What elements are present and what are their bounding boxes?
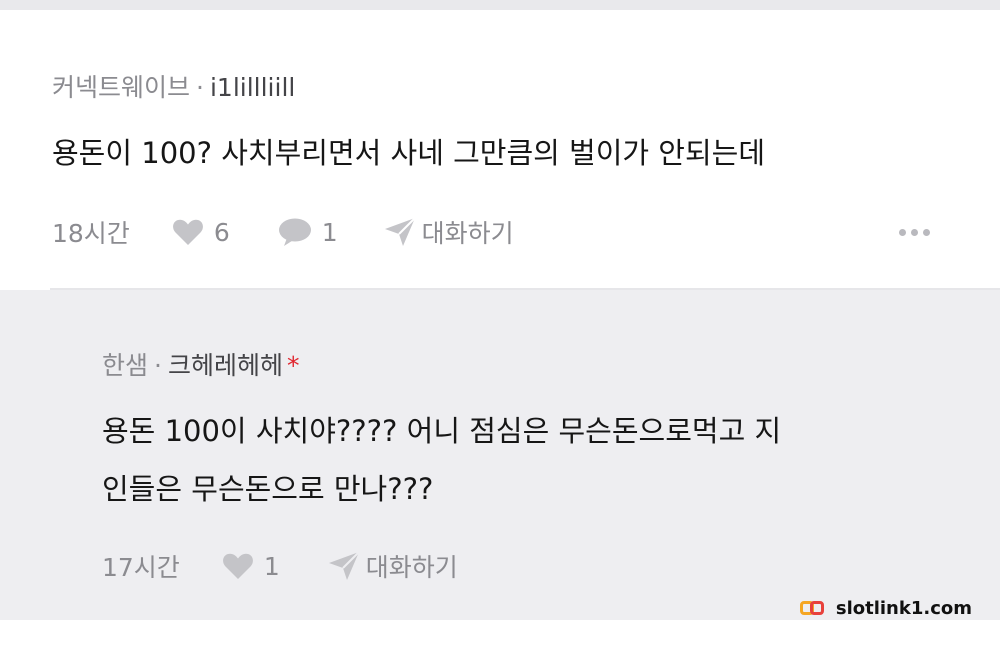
reply-card: 한샘 · 크헤레헤헤 * 용돈 100이 사치야???? 어니 점심은 무슨돈으로먹고… [0, 290, 1000, 620]
send-icon [384, 217, 416, 246]
comment-body: 용돈이 100? 사치부리면서 사네 그만큼의 벌이가 안되는데 [52, 136, 766, 170]
bottom-strip [0, 620, 1000, 650]
more-options-button[interactable] [899, 229, 930, 236]
watermark: slotlink1.com [799, 598, 972, 619]
send-icon [328, 551, 360, 580]
comment-actions: 18시간 6 1 대화하기 [52, 214, 514, 250]
reply-dm-button[interactable]: 대화하기 [328, 548, 458, 584]
comment-meta: 커넥트웨이브 · i1lillliill [52, 68, 295, 104]
top-divider-strip [0, 0, 1000, 10]
reply-meta: 한샘 · 크헤레헤헤 * [102, 346, 299, 382]
speech-bubble-icon [278, 218, 311, 246]
reply-like-button[interactable]: 1 [222, 552, 280, 581]
heart-icon [172, 219, 203, 245]
watermark-logo [799, 599, 828, 619]
comment-reply-count: 1 [321, 217, 338, 247]
reply-actions: 17시간 1 대화하기 [102, 548, 458, 584]
reply-nickname[interactable]: 크헤레헤헤 [168, 351, 283, 380]
comment-dm-label: 대화하기 [421, 219, 514, 248]
reply-time: 17시간 [102, 553, 180, 582]
comment-time: 18시간 [52, 219, 130, 248]
reply-dm-label: 대화하기 [365, 553, 458, 582]
reply-body-line: 인들은 무슨돈으로 만나??? [102, 472, 434, 506]
comment-like-button[interactable]: 6 [172, 218, 230, 247]
meta-separator: · [154, 351, 162, 380]
author-mark: * [286, 351, 300, 380]
heart-icon [222, 553, 253, 579]
comment-reply-button[interactable]: 1 [278, 217, 338, 247]
comment-dm-button[interactable]: 대화하기 [384, 214, 514, 250]
reply-community[interactable]: 한샘 [102, 351, 148, 380]
comment-like-count: 6 [213, 217, 230, 247]
reply-like-count: 1 [263, 551, 280, 581]
comment-community[interactable]: 커넥트웨이브 [52, 73, 190, 102]
meta-separator: · [196, 73, 204, 102]
more-dots-icon [899, 229, 906, 236]
comment-card: 커넥트웨이브 · i1lillliill 용돈이 100? 사치부리면서 사네 그만… [0, 10, 1000, 288]
reply-body: 용돈 100이 사치야???? 어니 점심은 무슨돈으로먹고 지 인들은 무슨돈… [102, 402, 781, 518]
comment-nickname[interactable]: i1lillliill [210, 73, 295, 102]
watermark-text: slotlink1.com [835, 598, 972, 619]
reply-body-line: 용돈 100이 사치야???? 어니 점심은 무슨돈으로먹고 지 [102, 414, 782, 448]
